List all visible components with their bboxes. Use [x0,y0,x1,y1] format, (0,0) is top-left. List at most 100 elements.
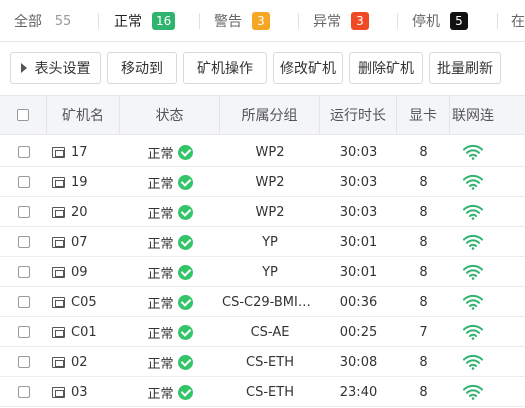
group-name: YP [262,234,278,250]
column-settings-button[interactable]: 表头设置 [10,52,101,84]
miner-name-cell[interactable]: 03 [52,377,120,407]
status-text: 正常 [147,326,174,342]
tab-count-badge: 16 [152,12,176,30]
row-select-cell [0,347,47,377]
row-checkbox[interactable] [17,146,30,158]
batch-refresh-button[interactable]: 批量刷新 [429,52,501,84]
tab-warning[interactable]: 警告 3 [214,0,270,41]
table-row[interactable]: 17 正常 WP2 30:03 8 [0,137,525,167]
miner-name-cell[interactable]: 20 [52,197,120,227]
table-row[interactable]: 07 正常 YP 30:01 8 [0,227,525,257]
tab-label: 警告 [214,14,242,30]
status-cell: 正常 [120,287,220,317]
header-group[interactable]: 所属分组 [220,96,320,134]
wifi-icon [462,144,483,160]
tab-online[interactable]: 在 [511,0,525,41]
wifi-icon [462,174,483,190]
miner-operations-button[interactable]: 矿机操作 [183,52,267,84]
tab-label: 在 [511,14,525,30]
button-label: 批量刷新 [437,61,493,77]
header-gpus[interactable]: 显卡 [397,96,450,134]
miner-name-cell[interactable]: 17 [52,137,120,167]
status-cell: 正常 [120,227,220,257]
miner-name: 19 [71,174,88,190]
gpu-count-cell: 8 [419,144,428,160]
tab-divider [199,13,200,29]
group-name: WP2 [255,144,285,160]
status-text: 正常 [147,236,174,252]
gpu-count-cell: 8 [419,234,428,250]
miner-name: C01 [71,324,97,340]
tab-divider [298,13,299,29]
tab-all[interactable]: 全部 55 [14,0,72,41]
check-circle-icon [177,204,193,220]
header-status[interactable]: 状态 [120,96,220,134]
select-all-checkbox[interactable] [17,109,29,121]
header-uptime[interactable]: 运行时长 [320,96,397,134]
table-row[interactable]: C01 正常 CS-AE 00:25 7 [0,317,525,347]
row-checkbox[interactable] [17,356,30,368]
network-cell [450,377,495,407]
check-circle-icon [177,234,193,250]
miner-name-cell[interactable]: 09 [52,257,120,287]
row-checkbox[interactable] [17,206,30,218]
row-checkbox[interactable] [17,176,30,188]
gpu-count-cell: 7 [419,324,428,340]
check-circle-icon [177,324,193,340]
row-checkbox[interactable] [17,266,30,278]
network-cell [450,347,495,377]
uptime-cell: 00:25 [339,324,378,340]
row-checkbox[interactable] [17,386,30,398]
table-row[interactable]: C05 正常 CS-C29-BMIN… 00:36 8 [0,287,525,317]
status-cell: 正常 [120,347,220,377]
miner-name-cell[interactable]: C01 [52,317,120,347]
header-miner-name[interactable]: 矿机名 [47,96,120,134]
status-tabs: 全部 55 正常 16 警告 3 异常 3 停机 5 在 [0,0,525,42]
row-select-cell [0,167,47,197]
miner-name-cell[interactable]: 19 [52,167,120,197]
miner-name: 03 [71,384,88,400]
miner-name-cell[interactable]: 02 [52,347,120,377]
miner-icon [52,386,65,398]
button-label: 删除矿机 [358,61,414,77]
network-cell [450,227,495,257]
tab-normal[interactable]: 正常 16 [114,0,176,41]
header-network[interactable]: 联网连 [450,96,525,134]
miner-name-cell[interactable]: C05 [52,287,120,317]
uptime-cell: 30:03 [339,144,378,160]
wifi-icon [462,264,483,280]
status-cell: 正常 [120,167,220,197]
miner-name: C05 [71,294,97,310]
row-checkbox[interactable] [17,326,30,338]
table-row[interactable]: 09 正常 YP 30:01 8 [0,257,525,287]
wifi-icon [462,204,483,220]
table-row[interactable]: 02 正常 CS-ETH 30:08 8 [0,347,525,377]
miner-name: 17 [71,144,88,160]
group-cell: WP2 [220,197,320,227]
group-name: WP2 [255,174,285,190]
uptime-cell: 30:03 [339,174,378,190]
check-circle-icon [177,174,193,190]
network-cell [450,167,495,197]
tab-count: 55 [54,13,72,29]
status-text: 正常 [147,296,174,312]
tab-abnormal[interactable]: 异常 3 [313,0,369,41]
miner-name-cell[interactable]: 07 [52,227,120,257]
uptime-cell: 23:40 [339,384,378,400]
table-row[interactable]: 03 正常 CS-ETH 23:40 8 [0,377,525,407]
delete-miner-button[interactable]: 删除矿机 [349,52,423,84]
uptime-cell: 30:01 [339,264,378,280]
miner-icon [52,356,65,368]
button-label: 移动到 [121,61,163,77]
table-row[interactable]: 19 正常 WP2 30:03 8 [0,167,525,197]
move-to-button[interactable]: 移动到 [107,52,177,84]
group-cell: YP [220,257,320,287]
tab-stopped[interactable]: 停机 5 [412,0,468,41]
row-checkbox[interactable] [17,236,30,248]
status-cell: 正常 [120,377,220,407]
edit-miner-button[interactable]: 修改矿机 [273,52,343,84]
wifi-icon [462,354,483,370]
table-row[interactable]: 20 正常 WP2 30:03 8 [0,197,525,227]
row-checkbox[interactable] [17,296,30,308]
group-cell: CS-ETH [220,377,320,407]
